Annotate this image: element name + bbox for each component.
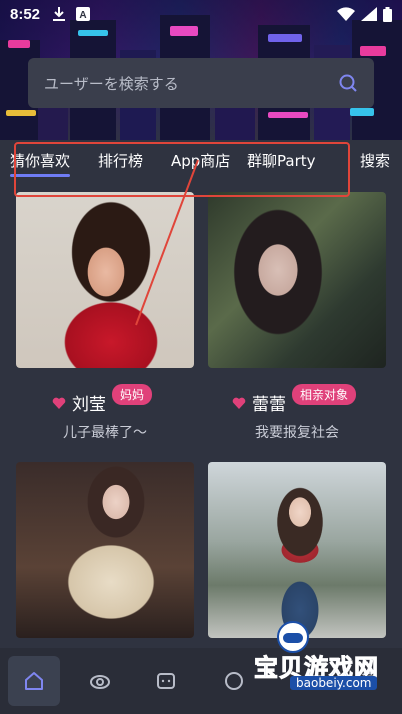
tab-ranking[interactable]: 排行榜: [98, 150, 143, 171]
user-card-photo[interactable]: [208, 462, 386, 638]
relation-badge: 妈妈: [112, 384, 153, 405]
nav-home[interactable]: [8, 656, 60, 706]
signal-icon: [361, 7, 377, 21]
relation-badge: 相亲对象: [292, 384, 357, 405]
user-card-photo[interactable]: [208, 192, 386, 368]
nav-chat[interactable]: [140, 656, 192, 706]
status-time: 8:52: [10, 5, 41, 23]
app-notification-icon: A: [76, 7, 91, 21]
status-bar: 8:52 A: [0, 0, 402, 28]
user-tagline: 我要报复社会: [255, 425, 339, 441]
watermark-url: baobeiy.com: [290, 676, 378, 690]
search-icon[interactable]: [338, 73, 358, 93]
wifi-icon: [337, 7, 355, 21]
user-card-name-row: 刘莹 妈妈: [52, 384, 153, 415]
tab-group-party[interactable]: 群聊Party: [247, 150, 316, 171]
user-search-bar[interactable]: ユーザーを検索する: [28, 58, 374, 108]
user-name: 刘莹: [72, 395, 106, 415]
home-icon: [25, 672, 43, 690]
user-tagline: 儿子最棒了～: [63, 425, 147, 441]
heart-icon: [52, 397, 66, 409]
tab-search[interactable]: 搜索: [360, 150, 390, 171]
tab-app-store[interactable]: App商店: [171, 150, 230, 171]
search-placeholder: ユーザーを検索する: [44, 74, 179, 93]
tab-guess-you-like[interactable]: 猜你喜欢: [10, 150, 71, 177]
user-card-name-row: 蕾蕾 相亲对象: [232, 384, 357, 415]
heart-icon: [232, 397, 246, 409]
nav-discover[interactable]: [74, 656, 126, 706]
chat-icon: [157, 673, 175, 689]
download-icon: [53, 7, 66, 21]
user-name: 蕾蕾: [252, 395, 286, 415]
category-tabs: 猜你喜欢 排行榜 App商店 群聊Party 搜索: [0, 140, 402, 186]
user-card-photo[interactable]: [16, 192, 194, 368]
site-watermark: 宝贝游戏网 baobeiy.com: [228, 621, 388, 692]
svg-text:A: A: [79, 10, 86, 21]
user-card-photo[interactable]: [16, 462, 194, 638]
battery-icon: [383, 6, 392, 22]
discover-icon: [90, 675, 110, 689]
